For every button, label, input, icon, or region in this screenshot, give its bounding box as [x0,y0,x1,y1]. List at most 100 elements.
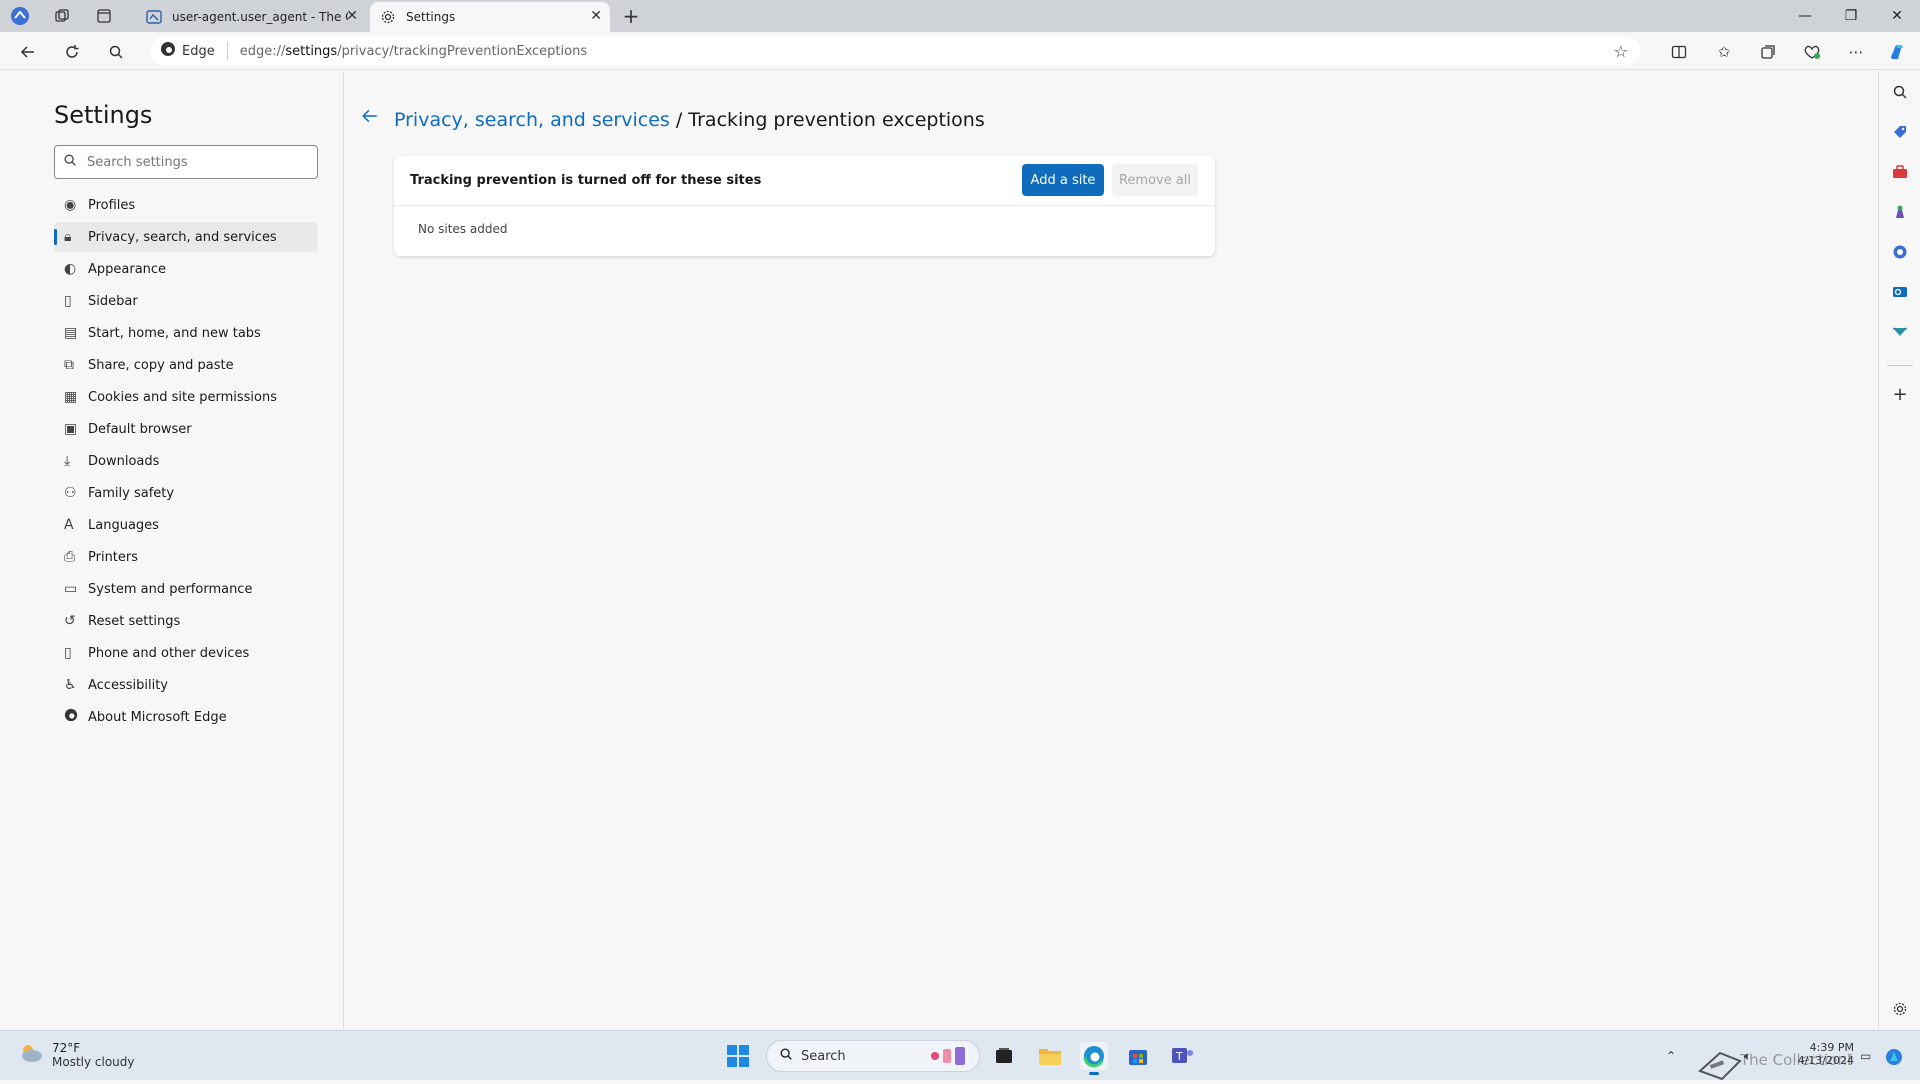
vertical-tabs-icon[interactable] [94,6,114,26]
title-bar: user-agent.user_agent - The Coll ✕ Setti… [0,0,1920,32]
more-options-icon[interactable]: ⋯ [1845,41,1867,63]
sidebar-item-label: Sidebar [88,293,138,309]
profile-avatar-icon[interactable] [10,6,30,26]
browser-toolbar: Edge edge://settings/privacy/trackingPre… [0,32,1920,70]
windows-start-icon[interactable] [724,1042,752,1070]
sidebar-item-cookies[interactable]: ▦ Cookies and site permissions [54,382,318,412]
reset-icon: ↺ [64,613,76,629]
weather-desc: Mostly cloudy [52,1055,135,1069]
sidebar-item-label: Cookies and site permissions [88,389,277,405]
taskbar-search[interactable]: Search [766,1040,980,1072]
search-settings-box[interactable] [54,145,318,179]
edge-taskbar-icon[interactable] [1080,1042,1108,1075]
card-title: Tracking prevention is turned off for th… [410,173,762,188]
printer-icon: ⎙ [64,549,76,565]
download-icon: ⤓ [64,453,71,469]
sidebar-item-share-copy[interactable]: ⧉ Share, copy and paste [54,350,318,380]
minimize-icon[interactable]: — [1782,0,1828,32]
sidebar-item-family-safety[interactable]: ⚇ Family safety [54,478,318,508]
edge-sidebar: + [1878,71,1920,1029]
share-icon: ⧉ [64,357,74,373]
sidebar-item-default-browser[interactable]: ▣ Default browser [54,414,318,444]
drop-icon[interactable] [1888,320,1912,344]
network-icon[interactable] [1696,1047,1744,1084]
sidebar-item-label: Appearance [88,261,167,277]
new-tab-button[interactable]: + [621,4,641,28]
sidebar-item-about[interactable]: About Microsoft Edge [54,702,318,732]
sidebar-item-system[interactable]: ▭ System and performance [54,574,318,604]
split-screen-icon[interactable] [1668,41,1690,63]
chevron-up-icon[interactable]: ⌃ [1666,1049,1676,1063]
notification-icon[interactable]: ▭ [1860,1049,1871,1063]
breadcrumb-link-privacy[interactable]: Privacy, search, and services [394,109,670,131]
cookies-icon: ▦ [64,389,78,405]
svg-text:T: T [1175,1050,1183,1063]
address-bar[interactable]: Edge edge://settings/privacy/trackingPre… [150,37,1640,65]
sidebar-item-label: Downloads [88,453,160,469]
file-explorer-icon[interactable] [1036,1042,1064,1070]
search-settings-input[interactable] [85,153,305,171]
sidebar-item-privacy[interactable]: 🔒︎ Privacy, search, and services [54,222,318,252]
volume-icon[interactable]: 🔈︎ [1744,1049,1751,1064]
active-app-indicator [1089,1072,1099,1075]
taskbar-search-label: Search [801,1048,846,1064]
microsoft-365-icon[interactable] [1888,240,1912,264]
microsoft-store-icon[interactable] [1124,1042,1152,1070]
phone-icon: ▯ [64,645,72,661]
back-icon[interactable] [16,40,40,64]
workspaces-icon[interactable] [52,6,72,26]
breadcrumb: Privacy, search, and services / Tracking… [394,109,985,131]
card-header: Tracking prevention is turned off for th… [394,156,1215,206]
edge-chip[interactable]: Edge [160,42,228,60]
close-window-icon[interactable]: ✕ [1874,0,1920,32]
sidebar-item-accessibility[interactable]: ♿︎ Accessibility [54,670,318,700]
settings-title: Settings [54,101,153,129]
remove-all-button[interactable]: Remove all [1112,164,1198,196]
sidebar-item-languages[interactable]: A Languages [54,510,318,540]
tools-icon[interactable] [1888,160,1912,184]
weather-widget[interactable]: 72°F Mostly cloudy [18,1041,135,1069]
refresh-icon[interactable] [60,40,84,64]
back-arrow-icon[interactable] [361,107,379,130]
sidebar-item-printers[interactable]: ⎙ Printers [54,542,318,572]
teams-icon[interactable]: T [1168,1042,1196,1070]
copilot-icon[interactable] [1886,41,1908,63]
restore-icon[interactable]: ❐ [1828,0,1874,32]
sidebar-item-profiles[interactable]: ◉ Profiles [54,190,318,220]
sidebar-item-label: Reset settings [88,613,181,629]
sidebar-item-downloads[interactable]: ⤓ Downloads [54,446,318,476]
family-icon: ⚇ [64,485,77,501]
add-site-button[interactable]: Add a site [1022,164,1104,196]
search-icon[interactable] [104,40,128,64]
tab-settings[interactable]: Settings ✕ [370,2,610,32]
appearance-icon: ◐ [64,261,77,277]
sidebar-item-phone[interactable]: ▯ Phone and other devices [54,638,318,668]
sidebar-item-start-home[interactable]: ▤ Start, home, and new tabs [54,318,318,348]
clock[interactable]: 4:39 PM 4/13/2024 [1780,1041,1854,1067]
add-icon[interactable]: + [1888,382,1912,406]
page-title: Tracking prevention exceptions [688,109,985,131]
sidebar-item-appearance[interactable]: ◐ Appearance [54,254,318,284]
gear-icon[interactable] [1888,997,1912,1021]
browser-essentials-icon[interactable] [1801,41,1823,63]
games-icon[interactable] [1888,200,1912,224]
close-tab-icon[interactable]: ✕ [346,8,358,24]
favorites-icon[interactable]: ✩ [1713,41,1735,63]
home-icon: ▤ [64,325,78,341]
sidebar-item-reset[interactable]: ↺ Reset settings [54,606,318,636]
outlook-icon[interactable] [1888,280,1912,304]
search-icon[interactable] [1888,80,1912,104]
sidebar-item-label: Printers [88,549,139,565]
tab-user-agent[interactable]: user-agent.user_agent - The Coll ✕ [136,2,366,32]
edge-logo-icon [54,708,88,726]
collections-icon[interactable] [1757,41,1779,63]
sidebar-item-sidebar[interactable]: ▯ Sidebar [54,286,318,316]
sidebar-item-label: Default browser [88,421,192,437]
task-view-icon[interactable] [990,1042,1018,1070]
shopping-tag-icon[interactable] [1888,120,1912,144]
favorite-star-icon[interactable]: ☆ [1614,42,1628,61]
gear-icon [380,9,396,25]
close-tab-icon[interactable]: ✕ [590,8,602,24]
copilot-tray-icon[interactable] [1884,1047,1904,1070]
sidebar-item-label: Accessibility [88,677,168,693]
